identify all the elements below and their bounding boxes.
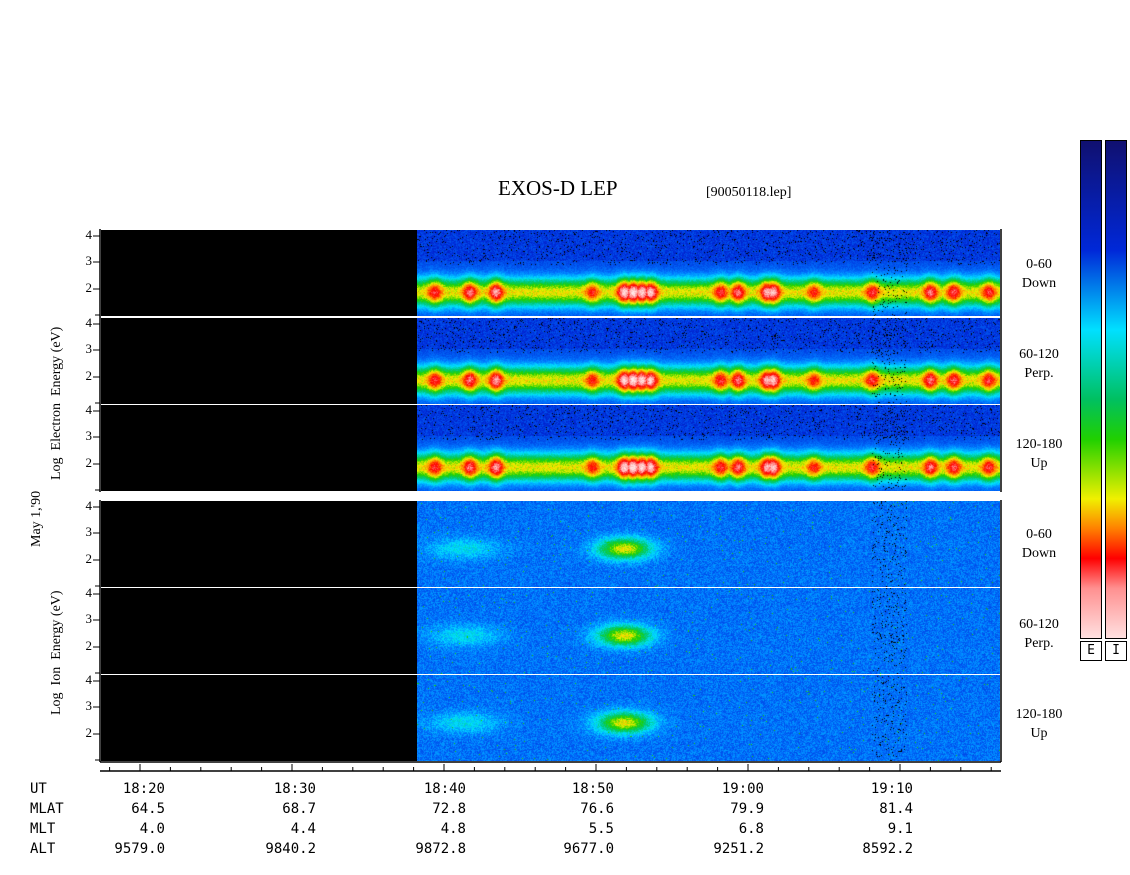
panel-label-i-down: 0-60 Down xyxy=(1021,527,1057,561)
ephemeris-ut-value: 19:10 xyxy=(870,781,913,797)
ion-axis-label: Log Ion Energy (eV) xyxy=(49,590,64,715)
y-tick-label: 3 xyxy=(85,253,93,268)
ephemeris-mlt-value: 6.8 xyxy=(738,821,764,837)
panel-label-i-up: 120-180 Up xyxy=(1015,707,1063,741)
y-tick-label: 4 xyxy=(85,672,93,687)
electron-axis-label: Log Electron Energy (eV) xyxy=(49,326,64,480)
ephemeris-ut-value: 19:00 xyxy=(721,781,764,797)
ephemeris-ut-value: 18:30 xyxy=(273,781,316,797)
ephemeris-mlat-value: 76.6 xyxy=(580,801,614,817)
ephemeris-mlat-value: 79.9 xyxy=(730,801,764,817)
ephemeris-mlat-value: 64.5 xyxy=(131,801,165,817)
y-tick-label: 2 xyxy=(85,551,93,566)
electron-colorbar xyxy=(1080,140,1102,639)
y-tick-label: 3 xyxy=(85,524,93,539)
colorbar-label-i: I xyxy=(1105,641,1127,661)
ephemeris-alt-value: 9872.8 xyxy=(415,841,466,857)
ephemeris-mlat-value: 81.4 xyxy=(879,801,913,817)
ephemeris-mlt-value: 4.4 xyxy=(290,821,316,837)
ephemeris-alt-value: 8592.2 xyxy=(862,841,913,857)
colorbar-label-e: E xyxy=(1080,641,1102,661)
panel-label-i-perp: 60-120 Perp. xyxy=(1019,617,1059,651)
ephemeris-mlat-value: 72.8 xyxy=(432,801,466,817)
ephemeris-ut-value: 18:20 xyxy=(122,781,165,797)
y-tick-label: 4 xyxy=(85,498,93,513)
axes-frame xyxy=(93,229,1002,772)
ephemeris-alt-value: 9677.0 xyxy=(563,841,614,857)
y-tick-label: 3 xyxy=(85,611,93,626)
ephemeris-mlt-value: 4.8 xyxy=(440,821,466,837)
y-tick-label: 3 xyxy=(85,341,93,356)
ephemeris-ut-value: 18:50 xyxy=(571,781,614,797)
y-tick-label: 2 xyxy=(85,638,93,653)
ephemeris-alt-value: 9251.2 xyxy=(713,841,764,857)
panel-label-e-perp: 60-120 Perp. xyxy=(1019,347,1059,381)
y-tick-label: 2 xyxy=(85,725,93,740)
mlat-row-label: MLAT xyxy=(30,801,64,817)
ephemeris-alt-value: 9840.2 xyxy=(265,841,316,857)
ion-colorbar xyxy=(1105,140,1127,639)
y-tick-label: 4 xyxy=(85,402,93,417)
ephemeris-mlat-value: 68.7 xyxy=(282,801,316,817)
y-tick-label: 2 xyxy=(85,368,93,383)
y-tick-label: 2 xyxy=(85,455,93,470)
ut-row-label: UT xyxy=(30,781,47,797)
panel-label-e-down: 0-60 Down xyxy=(1021,257,1057,291)
y-tick-label: 3 xyxy=(85,698,93,713)
ephemeris-ut-value: 18:40 xyxy=(423,781,466,797)
panel-label-e-up: 120-180 Up xyxy=(1015,437,1063,471)
alt-row-label: ALT xyxy=(30,841,56,857)
date-label: May 1,'90 xyxy=(29,490,44,547)
mlt-row-label: MLT xyxy=(30,821,56,837)
ephemeris-alt-value: 9579.0 xyxy=(114,841,165,857)
y-tick-label: 2 xyxy=(85,280,93,295)
y-tick-label: 4 xyxy=(85,227,93,242)
ephemeris-mlt-value: 4.0 xyxy=(139,821,165,837)
ephemeris-mlt-value: 9.1 xyxy=(887,821,913,837)
ephemeris-mlt-value: 5.5 xyxy=(588,821,614,837)
y-tick-label: 3 xyxy=(85,428,93,443)
y-tick-label: 4 xyxy=(85,315,93,330)
y-tick-label: 4 xyxy=(85,585,93,600)
